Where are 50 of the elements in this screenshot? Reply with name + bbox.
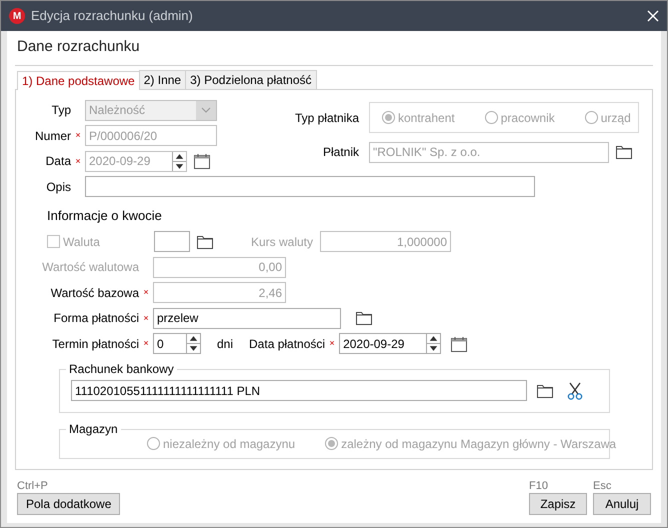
field-label: Data: [44, 153, 71, 170]
required-mark: ×: [74, 154, 82, 168]
spinner-arrows-icon[interactable]: [186, 334, 200, 354]
group-label: Rachunek bankowy: [66, 362, 177, 376]
payment-date-field[interactable]: 2020-09-29: [339, 333, 442, 354]
calendar-icon[interactable]: [451, 336, 468, 352]
close-icon[interactable]: [647, 10, 659, 22]
action-button[interactable]: Anuluj: [593, 492, 651, 514]
field-label: Numer: [34, 128, 71, 145]
field-label: Kurs waluty: [250, 234, 313, 251]
field-label: Wartość walutowa: [41, 259, 139, 276]
field-label: Data płatności: [249, 336, 326, 353]
description-field[interactable]: [85, 176, 535, 198]
payment-term-field[interactable]: 0: [153, 333, 201, 354]
bank-account-field[interactable]: 11102010551111111111111111 PLN: [71, 380, 527, 401]
window-title: Edycja rozrachunku (admin): [31, 7, 194, 26]
app-logo: M: [9, 8, 25, 24]
folder-icon[interactable]: [537, 384, 553, 398]
required-mark: ×: [142, 312, 150, 324]
section-header: Dane rozrachunku: [15, 35, 653, 66]
required-mark: ×: [74, 129, 82, 142]
required-mark: ×: [142, 337, 150, 350]
scissors-icon[interactable]: [567, 382, 583, 400]
currency-code-field[interactable]: [154, 231, 190, 252]
field-label: Typ płatnika: [294, 110, 359, 126]
folder-icon[interactable]: [616, 145, 632, 160]
folder-icon[interactable]: [197, 234, 213, 249]
tab[interactable]: 1) Dane podstawowe: [17, 70, 140, 90]
field-label: Płatnik: [322, 144, 359, 162]
field-label: Forma płatności: [52, 310, 139, 328]
action-button[interactable]: Pola dodatkowe: [17, 492, 120, 514]
folder-icon[interactable]: [356, 311, 372, 326]
section-heading: Informacje o kwocie: [47, 208, 162, 222]
field-label: Typ: [50, 102, 71, 120]
field-label: Opis: [45, 178, 71, 196]
shortcut-hint: Esc: [593, 480, 612, 492]
required-mark: ×: [142, 286, 150, 299]
unit-label: dni: [217, 336, 234, 353]
shortcut-hint: F10: [529, 480, 549, 492]
group-label: Magazyn: [66, 422, 121, 436]
spinner-arrows-icon[interactable]: [426, 334, 440, 354]
field-label: Wartość bazowa: [50, 284, 139, 302]
required-mark: ×: [328, 337, 336, 350]
calendar-icon[interactable]: [194, 153, 210, 170]
payment-form-field[interactable]: przelew: [153, 308, 341, 329]
tab[interactable]: 2) Inne: [138, 70, 186, 88]
shortcut-hint: Ctrl+P: [17, 480, 49, 492]
field-label: Termin płatności: [51, 336, 139, 353]
tab[interactable]: 3) Podzielona płatność: [185, 70, 317, 88]
action-button[interactable]: Zapisz: [529, 492, 587, 514]
